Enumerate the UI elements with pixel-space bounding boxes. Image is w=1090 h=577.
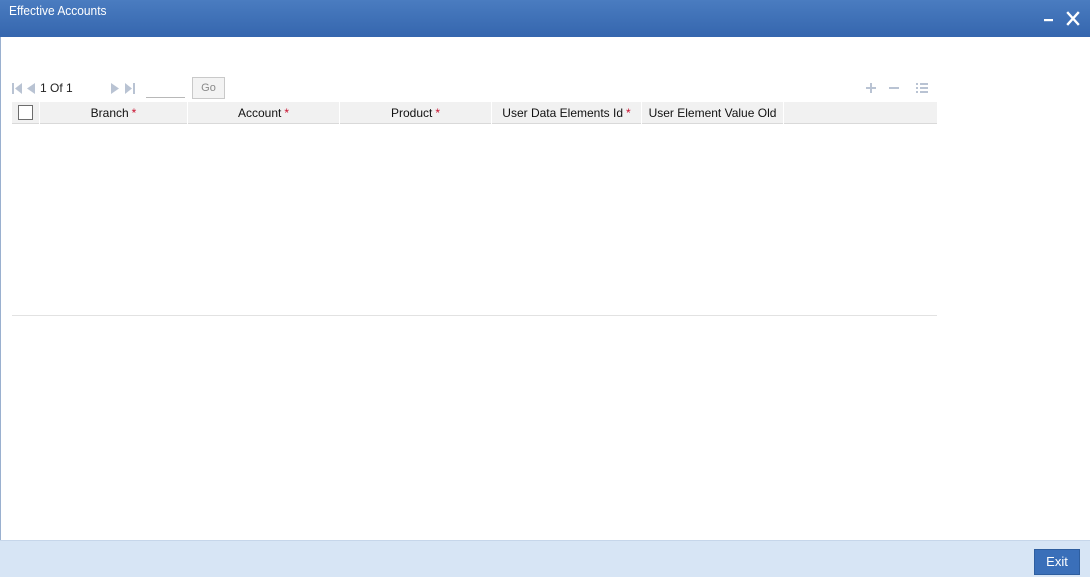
column-label: User Data Elements Id <box>502 106 624 120</box>
add-row-icon[interactable] <box>864 80 878 96</box>
exit-button[interactable]: Exit <box>1034 549 1080 575</box>
column-header-user-element-value-old[interactable]: User Element Value Old <box>642 102 784 124</box>
column-header-user-data-elements-id[interactable]: User Data Elements Id * <box>492 102 642 124</box>
select-all-checkbox[interactable] <box>18 105 33 120</box>
window-left-border <box>0 37 1 577</box>
footer-bar: Exit <box>0 540 1090 577</box>
required-marker: * <box>435 106 441 120</box>
column-label: Branch <box>90 106 129 120</box>
next-page-icon[interactable] <box>110 83 120 94</box>
grid-toolbar: 1 Of 1 Go <box>12 77 937 101</box>
close-icon[interactable] <box>1064 10 1082 28</box>
minimize-icon[interactable] <box>1040 10 1058 28</box>
window-title: Effective Accounts <box>9 3 107 18</box>
page-number-input[interactable] <box>146 77 185 98</box>
required-marker: * <box>284 106 290 120</box>
previous-page-icon[interactable] <box>26 83 36 94</box>
required-marker: * <box>626 106 631 120</box>
required-marker: * <box>131 106 137 120</box>
grid-header-row: Branch * Account * Product * User Data Elem… <box>12 102 937 124</box>
page-indicator: 1 Of 1 <box>40 81 73 95</box>
single-record-view-icon[interactable] <box>915 80 929 96</box>
column-header-branch[interactable]: Branch * <box>40 102 188 124</box>
column-label: Product <box>390 106 433 120</box>
column-label: Account <box>237 106 282 120</box>
first-page-icon[interactable] <box>12 83 22 94</box>
go-button[interactable]: Go <box>192 77 225 99</box>
effective-accounts-grid: Branch * Account * Product * User Data Elem… <box>12 102 937 316</box>
title-bar: Effective Accounts <box>0 0 1090 37</box>
delete-row-icon[interactable] <box>887 80 901 96</box>
column-header-product[interactable]: Product * <box>340 102 492 124</box>
select-all-cell <box>12 102 40 124</box>
column-header-account[interactable]: Account * <box>188 102 340 124</box>
effective-accounts-window: Effective Accounts 1 Of 1 Go Branch * Ac… <box>0 0 1090 577</box>
column-header-filler <box>784 102 937 124</box>
last-page-icon[interactable] <box>125 83 135 94</box>
column-label: User Element Value Old <box>648 106 777 120</box>
